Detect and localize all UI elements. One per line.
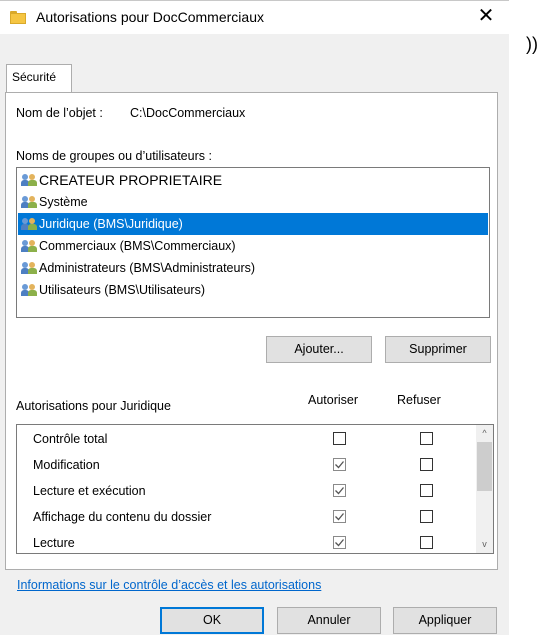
apply-button[interactable]: Appliquer xyxy=(393,607,497,634)
deny-column-header: Refuser xyxy=(397,393,441,407)
scroll-thumb[interactable] xyxy=(477,442,492,491)
users-listbox[interactable]: CREATEUR PROPRIETAIRE Système Juridique (B… xyxy=(16,167,490,318)
deny-checkbox[interactable] xyxy=(420,432,433,445)
user-group-icon xyxy=(21,174,37,186)
user-list-item-label: Juridique (BMS\Juridique) xyxy=(39,217,183,231)
folder-icon xyxy=(10,11,26,24)
deny-checkbox[interactable] xyxy=(420,510,433,523)
permission-label: Lecture xyxy=(33,536,75,550)
allow-checkbox[interactable] xyxy=(333,536,346,549)
user-group-icon xyxy=(21,218,37,230)
permission-row: Modification xyxy=(17,452,477,478)
access-control-info-link[interactable]: Informations sur le contrôle d’accès et … xyxy=(17,578,321,592)
close-button[interactable]: ✕ xyxy=(463,1,509,34)
stray-text: )) xyxy=(526,34,538,55)
permissions-header: Autorisations pour Juridique xyxy=(16,399,171,413)
window-title: Autorisations pour DocCommerciaux xyxy=(36,9,264,25)
user-list-item[interactable]: Système xyxy=(18,191,488,213)
allow-checkbox[interactable] xyxy=(333,432,346,445)
allow-checkbox[interactable] xyxy=(333,484,346,497)
scroll-up-icon[interactable]: ^ xyxy=(476,425,493,442)
permissions-scrollbar[interactable]: ^ v xyxy=(476,425,493,553)
object-name-value: C:\DocCommerciaux xyxy=(130,106,246,120)
user-list-item-label: Utilisateurs (BMS\Utilisateurs) xyxy=(39,283,206,297)
user-group-icon xyxy=(21,262,37,274)
cancel-button[interactable]: Annuler xyxy=(277,607,381,634)
deny-checkbox[interactable] xyxy=(420,536,433,549)
ok-button[interactable]: OK xyxy=(160,607,264,634)
permission-label: Modification xyxy=(33,458,100,472)
users-list-header: Noms de groupes ou d’utilisateurs : xyxy=(16,149,212,163)
permissions-dialog: Autorisations pour DocCommerciaux ✕ Sécu… xyxy=(0,1,509,635)
permission-label: Affichage du contenu du dossier xyxy=(33,510,212,524)
user-group-icon xyxy=(21,240,37,252)
user-list-item[interactable]: Juridique (BMS\Juridique) xyxy=(18,213,488,235)
deny-checkbox[interactable] xyxy=(420,458,433,471)
deny-checkbox[interactable] xyxy=(420,484,433,497)
user-list-item-label: Système xyxy=(39,195,88,209)
remove-button[interactable]: Supprimer xyxy=(385,336,491,363)
user-list-item[interactable]: Administrateurs (BMS\Administrateurs) xyxy=(18,257,488,279)
allow-checkbox[interactable] xyxy=(333,510,346,523)
permission-label: Lecture et exécution xyxy=(33,484,146,498)
scroll-down-icon[interactable]: v xyxy=(476,536,493,553)
security-panel: Nom de l’objet : C:\DocCommerciaux Noms … xyxy=(5,92,498,592)
object-name-label: Nom de l’objet : xyxy=(16,106,103,120)
user-list-item[interactable]: Utilisateurs (BMS\Utilisateurs) xyxy=(18,279,488,301)
permission-row: Affichage du contenu du dossier xyxy=(17,504,477,530)
permission-row: Lecture xyxy=(17,530,477,553)
permission-row: Contrôle total xyxy=(17,426,477,452)
allow-checkbox[interactable] xyxy=(333,458,346,471)
allow-column-header: Autoriser xyxy=(308,393,359,407)
user-list-item[interactable]: Commerciaux (BMS\Commerciaux) xyxy=(18,235,488,257)
user-list-item-label: Commerciaux (BMS\Commerciaux) xyxy=(39,239,236,253)
permission-label: Contrôle total xyxy=(33,432,108,446)
user-list-item[interactable]: CREATEUR PROPRIETAIRE xyxy=(18,169,488,191)
user-list-item-label: Administrateurs (BMS\Administrateurs) xyxy=(39,261,256,275)
tab-securite[interactable]: Sécurité xyxy=(6,64,72,93)
user-list-item-label: CREATEUR PROPRIETAIRE xyxy=(39,172,223,188)
title-bar: Autorisations pour DocCommerciaux ✕ xyxy=(0,1,509,34)
permission-row: Lecture et exécution xyxy=(17,478,477,504)
permissions-list: Contrôle total Modification Lecture et exé… xyxy=(16,424,494,554)
user-group-icon xyxy=(21,196,37,208)
add-button[interactable]: Ajouter... xyxy=(266,336,372,363)
user-group-icon xyxy=(21,284,37,296)
